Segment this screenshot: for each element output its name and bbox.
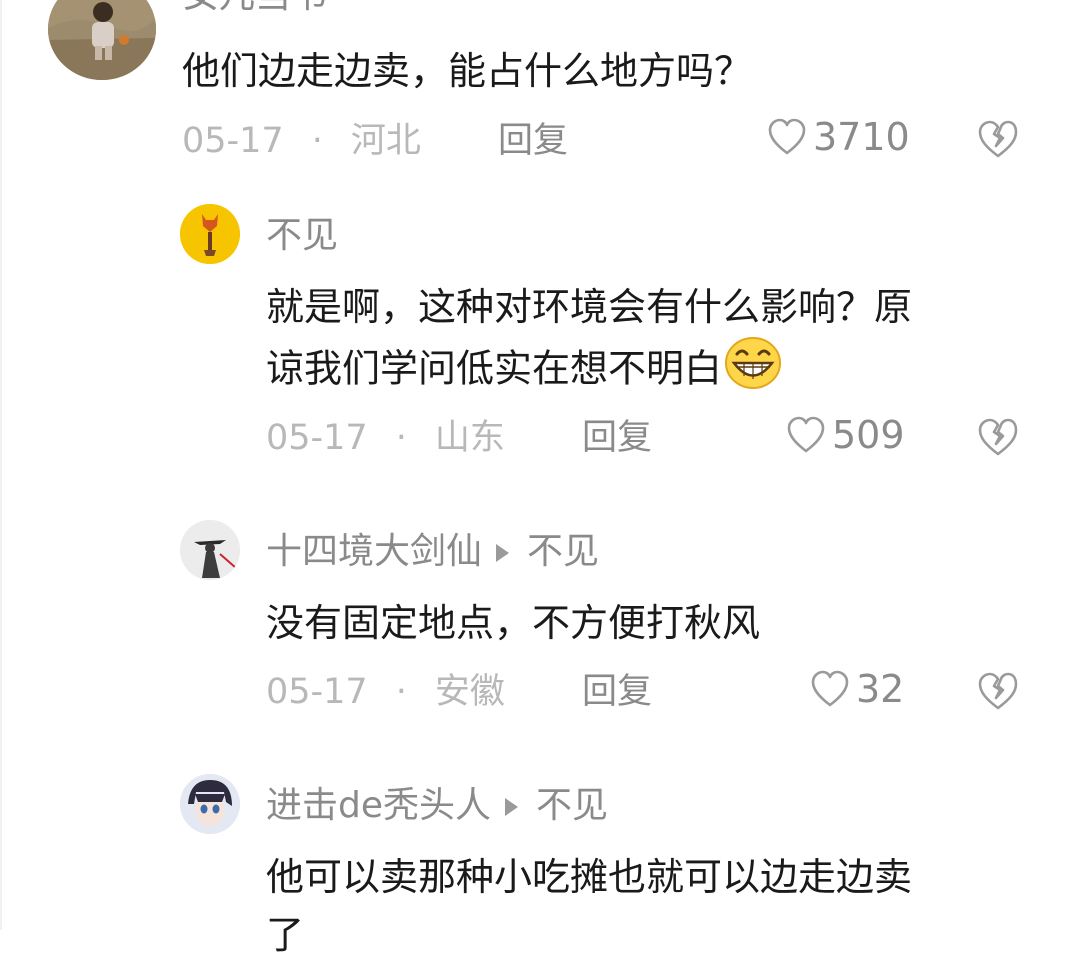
comment-author[interactable]: 不见	[266, 218, 338, 254]
like-count: 3710	[813, 115, 910, 159]
heart-outline-icon	[787, 416, 825, 453]
like-count: 509	[832, 413, 905, 457]
comment-date: 05-17	[182, 121, 284, 161]
dislike-button[interactable]	[977, 671, 1019, 711]
meta-separator: ·	[395, 672, 407, 712]
like-button[interactable]: 509	[786, 416, 905, 454]
comment-text-line: 他可以卖那种小吃摊也就可以边走边卖	[266, 855, 913, 899]
comment-text-line: 谅我们学问低实在想不明白	[266, 336, 1056, 406]
comment-location: 河北	[350, 121, 421, 161]
left-edge-divider	[0, 0, 2, 930]
meta-separator: ·	[395, 418, 407, 458]
comment-text: 他们边走边卖，能占什么地方吗？	[182, 49, 753, 93]
like-count: 32	[856, 667, 905, 711]
comment-author[interactable]: 十四境大剑仙 不见	[266, 534, 599, 570]
avatar[interactable]	[180, 204, 240, 264]
dislike-button[interactable]	[977, 417, 1019, 457]
comment-text-span: 谅我们学问低实在想不明白	[266, 346, 723, 391]
broken-heart-icon	[978, 672, 1018, 710]
comment-meta: 05-17 · 河北	[182, 124, 421, 159]
comment-text-line: 了	[266, 913, 305, 957]
reply-button[interactable]: 回复	[582, 675, 652, 710]
comment-meta: 05-17 · 安徽	[266, 675, 505, 710]
comment-text-line: 就是啊，这种对环境会有什么影响？原	[266, 285, 913, 329]
heart-outline-icon	[768, 118, 806, 155]
heart-outline-icon	[811, 670, 849, 707]
broken-heart-icon	[978, 418, 1018, 456]
comment-meta: 05-17 · 山东	[266, 421, 505, 456]
reply-to-name[interactable]: 不见	[527, 531, 599, 572]
comment-author[interactable]: 女儿当书	[183, 0, 327, 14]
avatar[interactable]	[180, 520, 240, 580]
reply-button[interactable]: 回复	[498, 124, 568, 159]
reply-button[interactable]: 回复	[582, 421, 652, 456]
comment-author[interactable]: 进击de秃头人 不见	[266, 788, 608, 824]
comment-date: 05-17	[266, 418, 368, 458]
comment-text: 就是啊，这种对环境会有什么影响？原 谅我们学问低实在想不明白	[266, 278, 1056, 406]
like-button[interactable]: 32	[810, 670, 904, 708]
like-button[interactable]: 3710	[767, 118, 910, 156]
comment-location: 安徽	[434, 672, 505, 712]
comment-date: 05-17	[266, 672, 368, 712]
grinning-face-emoji	[724, 336, 782, 406]
broken-heart-icon	[978, 120, 1018, 158]
avatar[interactable]	[180, 774, 240, 834]
triangle-right-icon	[505, 798, 519, 816]
avatar[interactable]	[48, 0, 156, 80]
author-name[interactable]: 进击de秃头人	[266, 785, 491, 826]
dislike-button[interactable]	[977, 119, 1019, 159]
comment-location: 山东	[434, 418, 505, 458]
meta-separator: ·	[311, 121, 323, 161]
triangle-right-icon	[496, 544, 510, 562]
author-name[interactable]: 十四境大剑仙	[266, 531, 482, 572]
reply-to-name[interactable]: 不见	[536, 785, 608, 826]
comment-text: 他可以卖那种小吃摊也就可以边走边卖 了	[266, 848, 1056, 964]
comment-text: 没有固定地点，不方便打秋风	[266, 601, 761, 645]
